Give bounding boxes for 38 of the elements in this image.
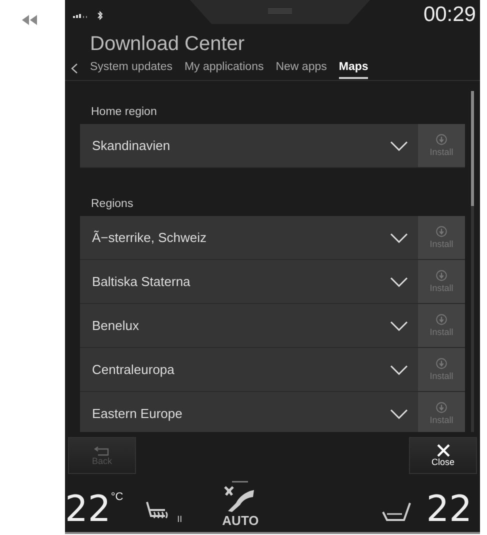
download-icon (436, 358, 447, 369)
window-title: Download Center (89, 32, 246, 56)
heat-level: II (177, 514, 182, 524)
download-icon (436, 402, 447, 413)
chevron-down-icon[interactable] (390, 140, 408, 150)
tab[interactable]: New apps (276, 57, 327, 79)
region-name: Skandinavien (92, 138, 172, 153)
back-chevron-icon[interactable] (71, 62, 78, 74)
chevron-down-icon[interactable] (390, 232, 408, 242)
region-name: Benelux (92, 318, 140, 333)
scrollbar[interactable] (471, 91, 474, 432)
tab[interactable]: Maps (338, 57, 368, 79)
chevron-down-icon[interactable] (390, 276, 408, 286)
auto-mode-label[interactable]: AUTO (222, 513, 259, 528)
return-arrow-icon (94, 446, 110, 456)
chevron-down-icon[interactable] (390, 408, 408, 418)
region-name: Baltiska Staterna (92, 274, 192, 289)
region-name: Ã−sterrike, Schweiz (92, 230, 208, 245)
download-icon (436, 226, 447, 237)
close-icon (436, 444, 450, 457)
download-icon (436, 134, 447, 145)
tab[interactable]: My applications (184, 57, 264, 79)
close-button[interactable]: Close (409, 437, 477, 474)
section-label: Regions (90, 197, 134, 212)
temperature-reading[interactable]: 22 (65, 492, 111, 528)
section-label: Home region (90, 106, 158, 120)
chevron-down-icon[interactable] (390, 320, 408, 330)
download-icon (436, 314, 447, 325)
tab[interactable]: System updates (90, 57, 172, 79)
download-icon (436, 270, 447, 281)
double-triangle-icon (22, 15, 38, 25)
bluetooth-icon (97, 10, 103, 20)
region-name: Eastern Europe (92, 406, 184, 421)
chevron-down-icon[interactable] (390, 364, 408, 374)
temperature-reading[interactable]: 22 (426, 492, 472, 528)
clock-time: 00:29 (423, 3, 476, 27)
region-name: Centraleuropa (92, 362, 176, 377)
temperature-unit: °C (110, 491, 124, 503)
